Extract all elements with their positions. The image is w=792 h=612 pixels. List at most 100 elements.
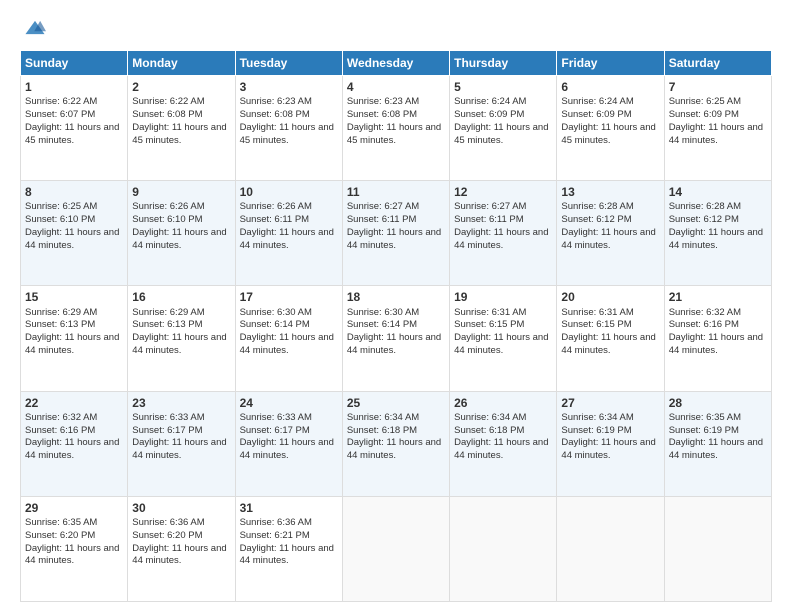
calendar-cell: 13Sunrise: 6:28 AMSunset: 6:12 PMDayligh… xyxy=(557,181,664,286)
day-number: 5 xyxy=(454,79,552,95)
sunset-text: Sunset: 6:17 PM xyxy=(240,425,310,436)
daylight-text: Daylight: 11 hours and 44 minutes. xyxy=(561,227,655,251)
weekday-header: Tuesday xyxy=(235,51,342,76)
sunset-text: Sunset: 6:14 PM xyxy=(347,319,417,330)
logo-icon xyxy=(24,18,46,40)
calendar-cell xyxy=(450,496,557,601)
sunset-text: Sunset: 6:20 PM xyxy=(132,530,202,541)
sunrise-text: Sunrise: 6:23 AM xyxy=(347,96,419,107)
daylight-text: Daylight: 11 hours and 44 minutes. xyxy=(669,332,763,356)
day-number: 2 xyxy=(132,79,230,95)
sunrise-text: Sunrise: 6:35 AM xyxy=(25,517,97,528)
daylight-text: Daylight: 11 hours and 45 minutes. xyxy=(240,122,334,146)
daylight-text: Daylight: 11 hours and 44 minutes. xyxy=(561,437,655,461)
daylight-text: Daylight: 11 hours and 45 minutes. xyxy=(347,122,441,146)
weekday-header: Sunday xyxy=(21,51,128,76)
sunrise-text: Sunrise: 6:32 AM xyxy=(669,307,741,318)
daylight-text: Daylight: 11 hours and 44 minutes. xyxy=(454,332,548,356)
day-number: 14 xyxy=(669,184,767,200)
sunrise-text: Sunrise: 6:25 AM xyxy=(669,96,741,107)
calendar-cell: 9Sunrise: 6:26 AMSunset: 6:10 PMDaylight… xyxy=(128,181,235,286)
daylight-text: Daylight: 11 hours and 44 minutes. xyxy=(132,543,226,567)
sunset-text: Sunset: 6:11 PM xyxy=(240,214,310,225)
calendar-cell: 26Sunrise: 6:34 AMSunset: 6:18 PMDayligh… xyxy=(450,391,557,496)
daylight-text: Daylight: 11 hours and 44 minutes. xyxy=(347,227,441,251)
logo xyxy=(20,18,46,40)
weekday-header: Wednesday xyxy=(342,51,449,76)
day-number: 21 xyxy=(669,289,767,305)
calendar-cell: 21 Sunrise: 6:32 AMSunset: 6:16 PM Dayligh… xyxy=(664,286,771,391)
sunrise-text: Sunrise: 6:24 AM xyxy=(561,96,633,107)
calendar-cell: 22Sunrise: 6:32 AMSunset: 6:16 PMDayligh… xyxy=(21,391,128,496)
day-number: 1 xyxy=(25,79,123,95)
calendar-cell: 24Sunrise: 6:33 AM Sunset: 6:17 PMDayligh… xyxy=(235,391,342,496)
sunrise-text: Sunrise: 6:25 AM xyxy=(25,201,97,212)
day-number: 23 xyxy=(132,395,230,411)
day-number: 15 xyxy=(25,289,123,305)
daylight-text: Daylight: 11 hours and 44 minutes. xyxy=(25,227,119,251)
calendar-cell: 15Sunrise: 6:29 AMSunset: 6:13 PMDayligh… xyxy=(21,286,128,391)
weekday-header: Monday xyxy=(128,51,235,76)
calendar-cell: 8Sunrise: 6:25 AMSunset: 6:10 PMDaylight… xyxy=(21,181,128,286)
calendar-cell: 12Sunrise: 6:27 AMSunset: 6:11 PMDayligh… xyxy=(450,181,557,286)
daylight-text: Daylight: 11 hours and 44 minutes. xyxy=(25,332,119,356)
weekday-header: Thursday xyxy=(450,51,557,76)
sunrise-text: Sunrise: 6:23 AM xyxy=(240,96,312,107)
day-number: 24 xyxy=(240,395,338,411)
day-number: 7 xyxy=(669,79,767,95)
sunrise-text: Sunrise: 6:28 AM xyxy=(669,201,741,212)
sunset-text: Sunset: 6:17 PM xyxy=(132,425,202,436)
sunset-text: Sunset: 6:15 PM xyxy=(561,319,631,330)
sunset-text: Sunset: 6:14 PM xyxy=(240,319,310,330)
day-number: 11 xyxy=(347,184,445,200)
daylight-text: Daylight: 11 hours and 44 minutes. xyxy=(240,543,334,567)
day-number: 17 xyxy=(240,289,338,305)
sunset-text: Sunset: 6:10 PM xyxy=(25,214,95,225)
calendar-cell xyxy=(557,496,664,601)
sunrise-text: Sunrise: 6:34 AM xyxy=(561,412,633,423)
calendar-week-row: 1Sunrise: 6:22 AMSunset: 6:07 PMDaylight… xyxy=(21,76,772,181)
calendar-cell xyxy=(664,496,771,601)
sunset-text: Sunset: 6:07 PM xyxy=(25,109,95,120)
day-number: 29 xyxy=(25,500,123,516)
sunset-text: Sunset: 6:16 PM xyxy=(669,319,739,330)
day-number: 25 xyxy=(347,395,445,411)
calendar-cell: 30Sunrise: 6:36 AM Sunset: 6:20 PM Dayligh… xyxy=(128,496,235,601)
daylight-text: Daylight: 11 hours and 44 minutes. xyxy=(347,437,441,461)
daylight-text: Daylight: 11 hours and 44 minutes. xyxy=(240,227,334,251)
calendar-cell: 31Sunrise: 6:36 AMSunset: 6:21 PMDayligh… xyxy=(235,496,342,601)
sunrise-text: Sunrise: 6:30 AM xyxy=(240,307,312,318)
daylight-text: Daylight: 11 hours and 44 minutes. xyxy=(669,437,763,461)
day-number: 19 xyxy=(454,289,552,305)
sunrise-text: Sunrise: 6:34 AM xyxy=(347,412,419,423)
calendar-cell: 28Sunrise: 6:35 AMSunset: 6:19 PMDayligh… xyxy=(664,391,771,496)
sunset-text: Sunset: 6:08 PM xyxy=(240,109,310,120)
calendar-cell: 20Sunrise: 6:31 AMSunset: 6:15 PMDayligh… xyxy=(557,286,664,391)
sunrise-text: Sunrise: 6:33 AM xyxy=(240,412,312,423)
daylight-text: Daylight: 11 hours and 44 minutes. xyxy=(240,437,334,461)
sunrise-text: Sunrise: 6:35 AM xyxy=(669,412,741,423)
sunrise-text: Sunrise: 6:30 AM xyxy=(347,307,419,318)
weekday-header: Friday xyxy=(557,51,664,76)
calendar-cell: 1Sunrise: 6:22 AMSunset: 6:07 PMDaylight… xyxy=(21,76,128,181)
day-number: 20 xyxy=(561,289,659,305)
calendar-cell xyxy=(342,496,449,601)
daylight-text: Daylight: 11 hours and 44 minutes. xyxy=(669,122,763,146)
daylight-text: Daylight: 11 hours and 45 minutes. xyxy=(454,122,548,146)
sunrise-text: Sunrise: 6:36 AM xyxy=(132,517,204,528)
day-number: 30 xyxy=(132,500,230,516)
calendar-cell: 27Sunrise: 6:34 AMSunset: 6:19 PMDayligh… xyxy=(557,391,664,496)
sunrise-text: Sunrise: 6:26 AM xyxy=(132,201,204,212)
sunrise-text: Sunrise: 6:24 AM xyxy=(454,96,526,107)
sunset-text: Sunset: 6:12 PM xyxy=(669,214,739,225)
sunset-text: Sunset: 6:11 PM xyxy=(347,214,417,225)
day-number: 3 xyxy=(240,79,338,95)
calendar-cell: 18Sunrise: 6:30 AMSunset: 6:14 PMDayligh… xyxy=(342,286,449,391)
sunset-text: Sunset: 6:09 PM xyxy=(454,109,524,120)
calendar-cell: 4Sunrise: 6:23 AMSunset: 6:08 PMDaylight… xyxy=(342,76,449,181)
daylight-text: Daylight: 11 hours and 44 minutes. xyxy=(240,332,334,356)
sunrise-text: Sunrise: 6:26 AM xyxy=(240,201,312,212)
sunrise-text: Sunrise: 6:29 AM xyxy=(25,307,97,318)
day-number: 9 xyxy=(132,184,230,200)
sunset-text: Sunset: 6:11 PM xyxy=(454,214,524,225)
